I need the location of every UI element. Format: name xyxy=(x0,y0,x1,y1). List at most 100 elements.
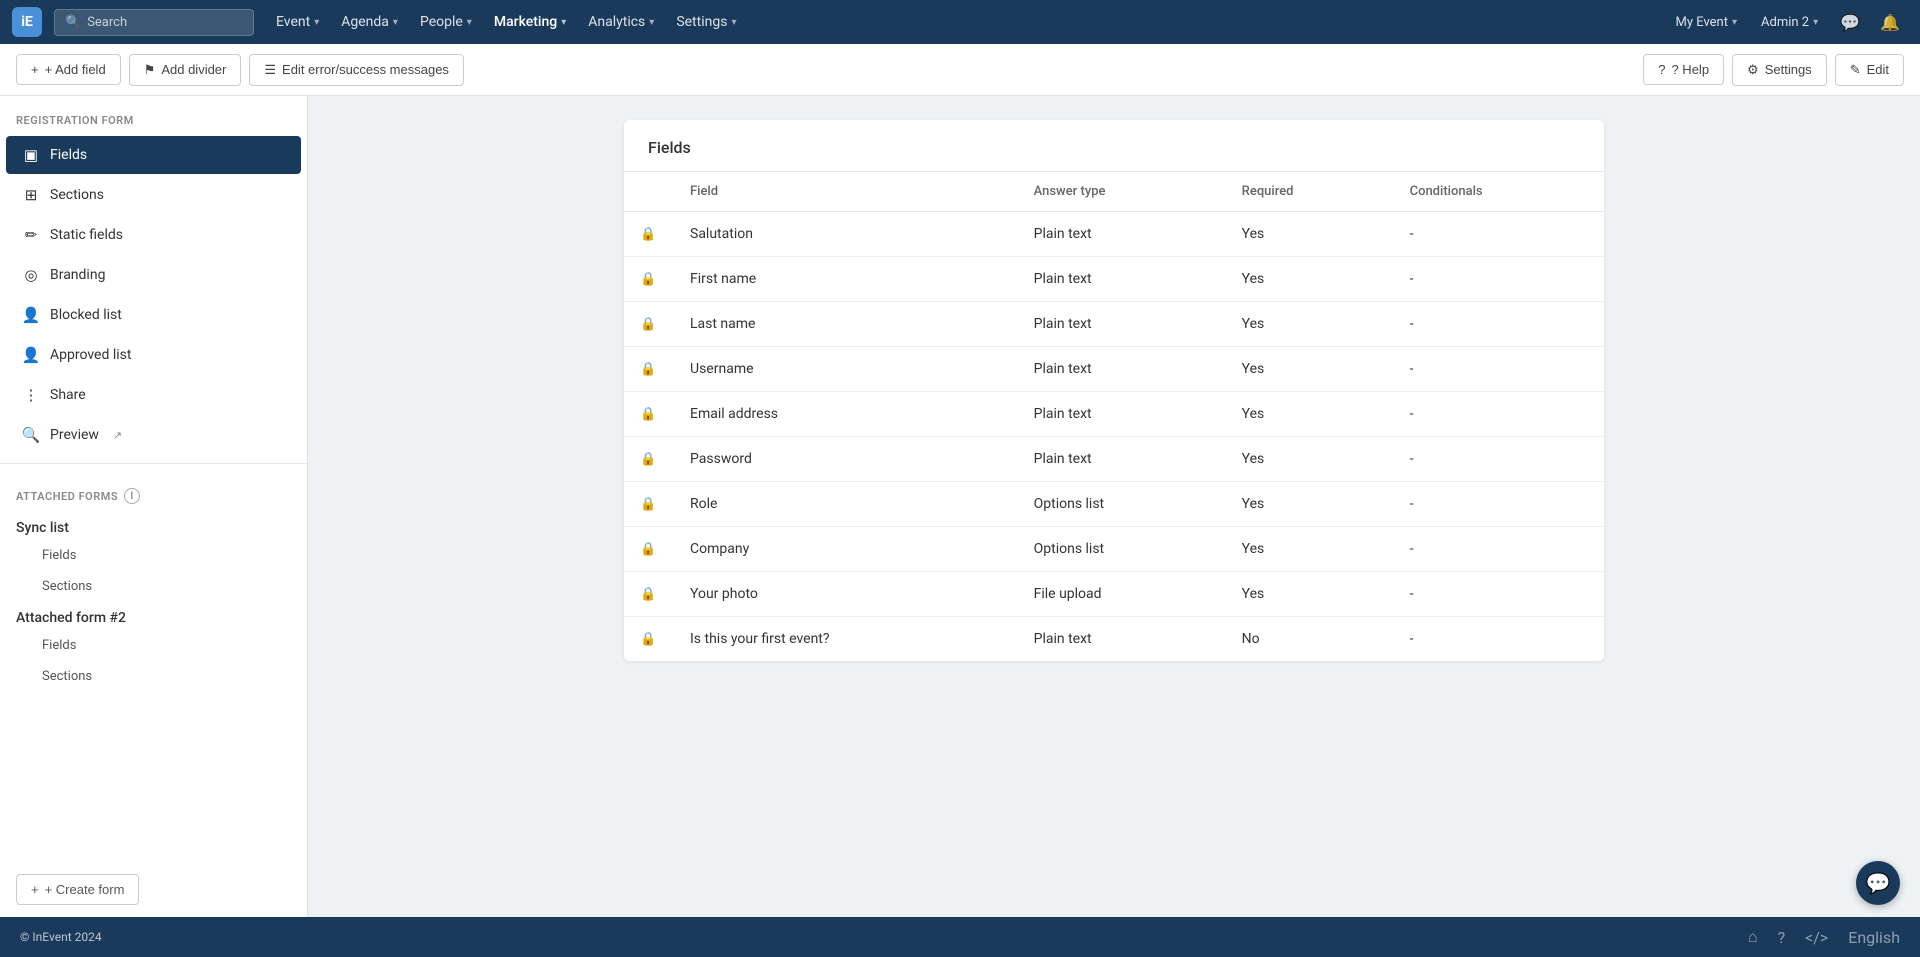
pencil-icon: ✏ xyxy=(22,226,40,244)
fields-table: Field Answer type Required Conditionals … xyxy=(624,172,1604,661)
answer-type-cell: Plain text xyxy=(1018,392,1226,437)
conditionals-cell: - xyxy=(1394,347,1604,392)
sync-list-sections[interactable]: Sections xyxy=(6,572,301,601)
language-label[interactable]: English xyxy=(1848,928,1900,947)
lock-icon: 🔒 xyxy=(640,362,656,377)
answer-type-cell: Plain text xyxy=(1018,257,1226,302)
nav-agenda[interactable]: Agenda ▾ xyxy=(331,8,408,36)
sidebar-item-share[interactable]: ⋮ Share xyxy=(6,376,301,414)
lock-cell: 🔒 xyxy=(624,347,674,392)
create-form-button[interactable]: + + Create form xyxy=(16,874,139,905)
toolbar: + + Add field ⚑ Add divider ☰ Edit error… xyxy=(0,44,1920,96)
app-logo[interactable]: iE xyxy=(12,7,42,37)
bottom-bar: © InEvent 2024 ⌂ ? </> English xyxy=(0,917,1920,957)
table-row[interactable]: 🔒 Last name Plain text Yes - xyxy=(624,302,1604,347)
required-cell: Yes xyxy=(1226,212,1394,257)
nav-event[interactable]: Event ▾ xyxy=(266,8,329,36)
sidebar-divider xyxy=(0,463,307,464)
sidebar-item-sections[interactable]: ⊞ Sections xyxy=(6,176,301,214)
sidebar-registration-form-title: REGISTRATION FORM xyxy=(0,96,307,135)
nav-analytics[interactable]: Analytics ▾ xyxy=(578,8,664,36)
chevron-down-icon: ▾ xyxy=(467,17,472,28)
sidebar-bottom: + + Create form xyxy=(0,862,307,917)
chat-icon[interactable]: 💬 xyxy=(1832,7,1868,38)
field-cell: First name xyxy=(674,257,1018,302)
sidebar-item-fields[interactable]: ▣ Fields xyxy=(6,136,301,174)
table-row[interactable]: 🔒 Email address Plain text Yes - xyxy=(624,392,1604,437)
attached-form-2-sections[interactable]: Sections xyxy=(6,662,301,691)
table-row[interactable]: 🔒 Username Plain text Yes - xyxy=(624,347,1604,392)
field-cell: Password xyxy=(674,437,1018,482)
required-cell: Yes xyxy=(1226,527,1394,572)
help-button[interactable]: ? ? Help xyxy=(1643,54,1724,85)
lock-icon: 🔒 xyxy=(640,632,656,647)
conditionals-cell: - xyxy=(1394,617,1604,662)
attached-forms-header: ATTACHED FORMS i xyxy=(0,472,307,512)
table-row[interactable]: 🔒 Company Options list Yes - xyxy=(624,527,1604,572)
required-cell: Yes xyxy=(1226,302,1394,347)
chevron-down-icon: ▾ xyxy=(649,17,654,28)
conditionals-cell: - xyxy=(1394,212,1604,257)
lock-cell: 🔒 xyxy=(624,527,674,572)
table-row[interactable]: 🔒 First name Plain text Yes - xyxy=(624,257,1604,302)
chevron-down-icon: ▾ xyxy=(1813,17,1818,28)
nav-settings[interactable]: Settings ▾ xyxy=(666,8,746,36)
nav-people[interactable]: People ▾ xyxy=(410,8,482,36)
answer-type-cell: Plain text xyxy=(1018,347,1226,392)
add-divider-button[interactable]: ⚑ Add divider xyxy=(129,54,242,86)
search-box[interactable]: 🔍 Search xyxy=(54,9,254,36)
chat-button[interactable]: 💬 xyxy=(1856,861,1900,905)
answer-type-cell: Options list xyxy=(1018,527,1226,572)
sidebar-item-static-fields[interactable]: ✏ Static fields xyxy=(6,216,301,254)
nav-marketing[interactable]: Marketing ▾ xyxy=(484,8,576,36)
chevron-down-icon: ▾ xyxy=(1732,17,1737,28)
code-icon[interactable]: </> xyxy=(1805,928,1828,947)
nav-right: My Event ▾ Admin 2 ▾ 💬 🔔 xyxy=(1666,7,1909,38)
table-row[interactable]: 🔒 Password Plain text Yes - xyxy=(624,437,1604,482)
required-cell: No xyxy=(1226,617,1394,662)
table-row[interactable]: 🔒 Your photo File upload Yes - xyxy=(624,572,1604,617)
required-cell: Yes xyxy=(1226,257,1394,302)
col-conditionals-header: Conditionals xyxy=(1394,172,1604,212)
field-cell: Last name xyxy=(674,302,1018,347)
external-link-icon: ↗ xyxy=(113,429,122,442)
nav-admin[interactable]: Admin 2 ▾ xyxy=(1751,9,1828,36)
table-row[interactable]: 🔒 Salutation Plain text Yes - xyxy=(624,212,1604,257)
required-cell: Yes xyxy=(1226,572,1394,617)
field-cell: Role xyxy=(674,482,1018,527)
sidebar: REGISTRATION FORM ▣ Fields ⊞ Sections ✏ … xyxy=(0,96,308,917)
lock-icon: 🔒 xyxy=(640,542,656,557)
share-icon: ⋮ xyxy=(22,386,40,404)
attached-form-2-group[interactable]: Attached form #2 xyxy=(0,602,307,630)
grid-icon: ▣ xyxy=(22,146,40,164)
bell-icon[interactable]: 🔔 xyxy=(1872,7,1908,38)
sidebar-item-approved-list[interactable]: 👤 Approved list xyxy=(6,336,301,374)
bottom-bar-right: ⌂ ? </> English xyxy=(1748,927,1900,947)
edit-icon: ✎ xyxy=(1850,62,1861,78)
answer-type-cell: Options list xyxy=(1018,482,1226,527)
col-lock xyxy=(624,172,674,212)
required-cell: Yes xyxy=(1226,482,1394,527)
sidebar-item-preview[interactable]: 🔍 Preview ↗ xyxy=(6,416,301,454)
table-row[interactable]: 🔒 Is this your first event? Plain text N… xyxy=(624,617,1604,662)
edit-messages-button[interactable]: ☰ Edit error/success messages xyxy=(249,54,464,86)
attached-form-2-fields[interactable]: Fields xyxy=(6,631,301,660)
col-answer-type-header: Answer type xyxy=(1018,172,1226,212)
chevron-down-icon: ▾ xyxy=(561,17,566,28)
nav-my-event[interactable]: My Event ▾ xyxy=(1666,9,1748,36)
sync-list-fields[interactable]: Fields xyxy=(6,541,301,570)
lock-cell: 🔒 xyxy=(624,572,674,617)
sidebar-item-blocked-list[interactable]: 👤 Blocked list xyxy=(6,296,301,334)
chevron-down-icon: ▾ xyxy=(731,17,736,28)
home-icon[interactable]: ⌂ xyxy=(1748,927,1758,947)
field-cell: Is this your first event? xyxy=(674,617,1018,662)
sync-list-group[interactable]: Sync list xyxy=(0,512,307,540)
sections-icon: ⊞ xyxy=(22,186,40,204)
question-icon[interactable]: ? xyxy=(1778,928,1786,947)
settings-button[interactable]: ⚙ Settings xyxy=(1732,54,1827,86)
add-field-button[interactable]: + + Add field xyxy=(16,54,121,85)
info-icon[interactable]: i xyxy=(124,488,140,504)
table-row[interactable]: 🔒 Role Options list Yes - xyxy=(624,482,1604,527)
sidebar-item-branding[interactable]: ◎ Branding xyxy=(6,256,301,294)
edit-button[interactable]: ✎ Edit xyxy=(1835,54,1904,86)
